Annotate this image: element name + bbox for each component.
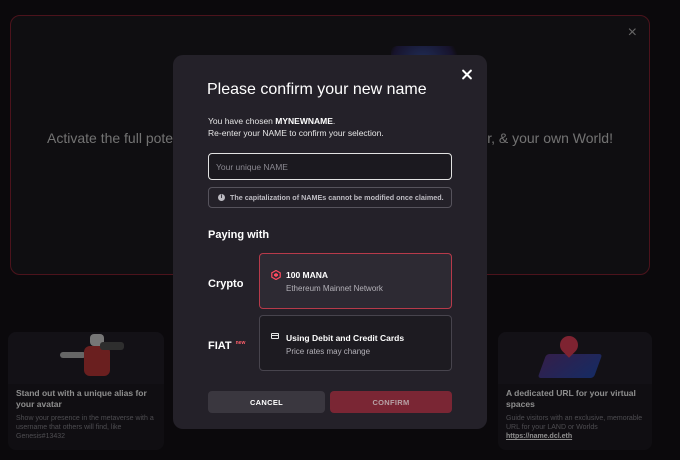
close-icon[interactable] — [459, 67, 475, 83]
cancel-button[interactable]: CANCEL — [208, 391, 325, 413]
mana-icon — [271, 270, 281, 280]
capitalization-warning: i The capitalization of NAMEs cannot be … — [208, 187, 452, 208]
modal-title: Please confirm your new name — [207, 81, 427, 98]
name-input[interactable] — [208, 153, 452, 180]
info-icon: i — [218, 194, 225, 201]
confirm-button[interactable]: CONFIRM — [330, 391, 452, 413]
chosen-prefix: You have chosen — [208, 116, 276, 126]
reenter-instructions: Re-enter your NAME to confirm your selec… — [208, 127, 384, 138]
fiat-option-note: Price rates may change — [286, 347, 371, 356]
modal-description: You have chosen MYNEWNAME. Re-enter your… — [208, 116, 384, 139]
warning-text: The capitalization of NAMEs cannot be mo… — [230, 193, 444, 202]
fiat-option-title: Using Debit and Credit Cards — [286, 333, 405, 343]
fiat-label-text: FIAT — [208, 340, 232, 352]
paying-with-heading: Paying with — [208, 229, 270, 241]
new-badge: new — [235, 340, 246, 346]
payment-option-crypto[interactable]: 100 MANA Ethereum Mainnet Network — [259, 253, 452, 309]
confirm-name-modal: Please confirm your new name You have ch… — [173, 55, 487, 429]
fiat-label: FIAT new — [208, 340, 245, 352]
chosen-name: MYNEWNAME — [275, 116, 333, 126]
credit-card-icon — [271, 333, 279, 339]
payment-option-fiat[interactable]: Using Debit and Credit Cards Price rates… — [259, 315, 452, 371]
crypto-option-network: Ethereum Mainnet Network — [286, 284, 383, 293]
chosen-suffix: . — [332, 116, 336, 126]
crypto-label: Crypto — [208, 278, 244, 290]
crypto-option-title: 100 MANA — [286, 270, 329, 280]
